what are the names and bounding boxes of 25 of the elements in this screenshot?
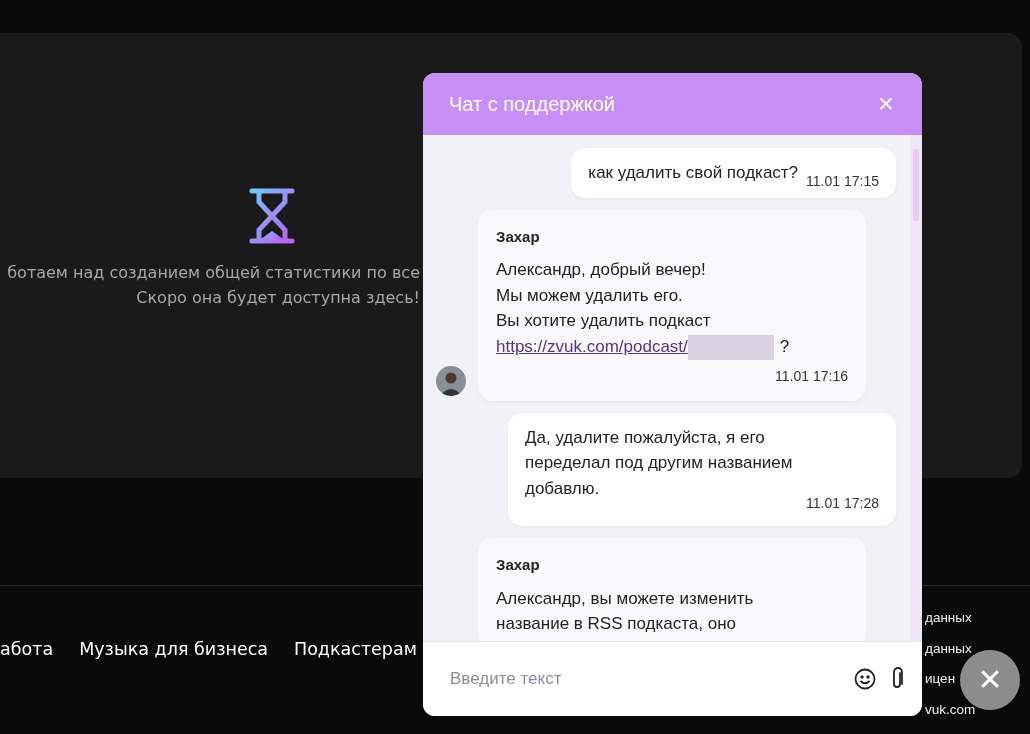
hourglass-icon bbox=[249, 188, 295, 244]
footer-link[interactable]: абота bbox=[0, 636, 54, 663]
message-text: ботаем над созданием общей статистики по все bbox=[7, 262, 420, 284]
message-time: 11.01 17:28 bbox=[805, 494, 879, 513]
message-text: ? bbox=[779, 336, 790, 356]
message-input-bar[interactable]: Введите текст bbox=[423, 641, 922, 716]
attach-icon[interactable] bbox=[890, 667, 904, 691]
link[interactable]: https://zvuk.com/podcast/ bbox=[496, 336, 688, 356]
author-name: Захар bbox=[496, 226, 541, 247]
chat-title: Чат с поддержкой bbox=[449, 92, 616, 117]
emoji-icon[interactable] bbox=[854, 668, 876, 690]
message-text: как удалить свой подкаст? bbox=[588, 162, 799, 184]
author-name: Захар bbox=[496, 555, 541, 575]
message-text: Александр, добрый вечер! Мы можем удалить его. Вы хотите удалить подкаст bbox=[496, 259, 712, 332]
message-text: Александр, вы можете изменить название в RSS подкаста, оно bbox=[496, 587, 755, 635]
message-input[interactable]: Введите текст bbox=[448, 665, 840, 693]
message-time: 11.01 17:16 bbox=[774, 366, 848, 386]
message-text: Да, удалите пожалуйста, я его переделал под другим названием добавлю. bbox=[525, 426, 794, 500]
message-time: 11.01 17:15 bbox=[806, 171, 879, 191]
footer-link[interactable]: ицен bbox=[925, 671, 956, 687]
footer-link[interactable]: данных bbox=[925, 610, 972, 626]
scrollbar[interactable] bbox=[910, 135, 922, 641]
footer-link[interactable]: Музыка для бизнеса bbox=[79, 636, 268, 663]
message-text: Скоро она будет доступна здесь! bbox=[136, 287, 420, 309]
footer-link[interactable]: Подкастерам bbox=[294, 636, 417, 663]
